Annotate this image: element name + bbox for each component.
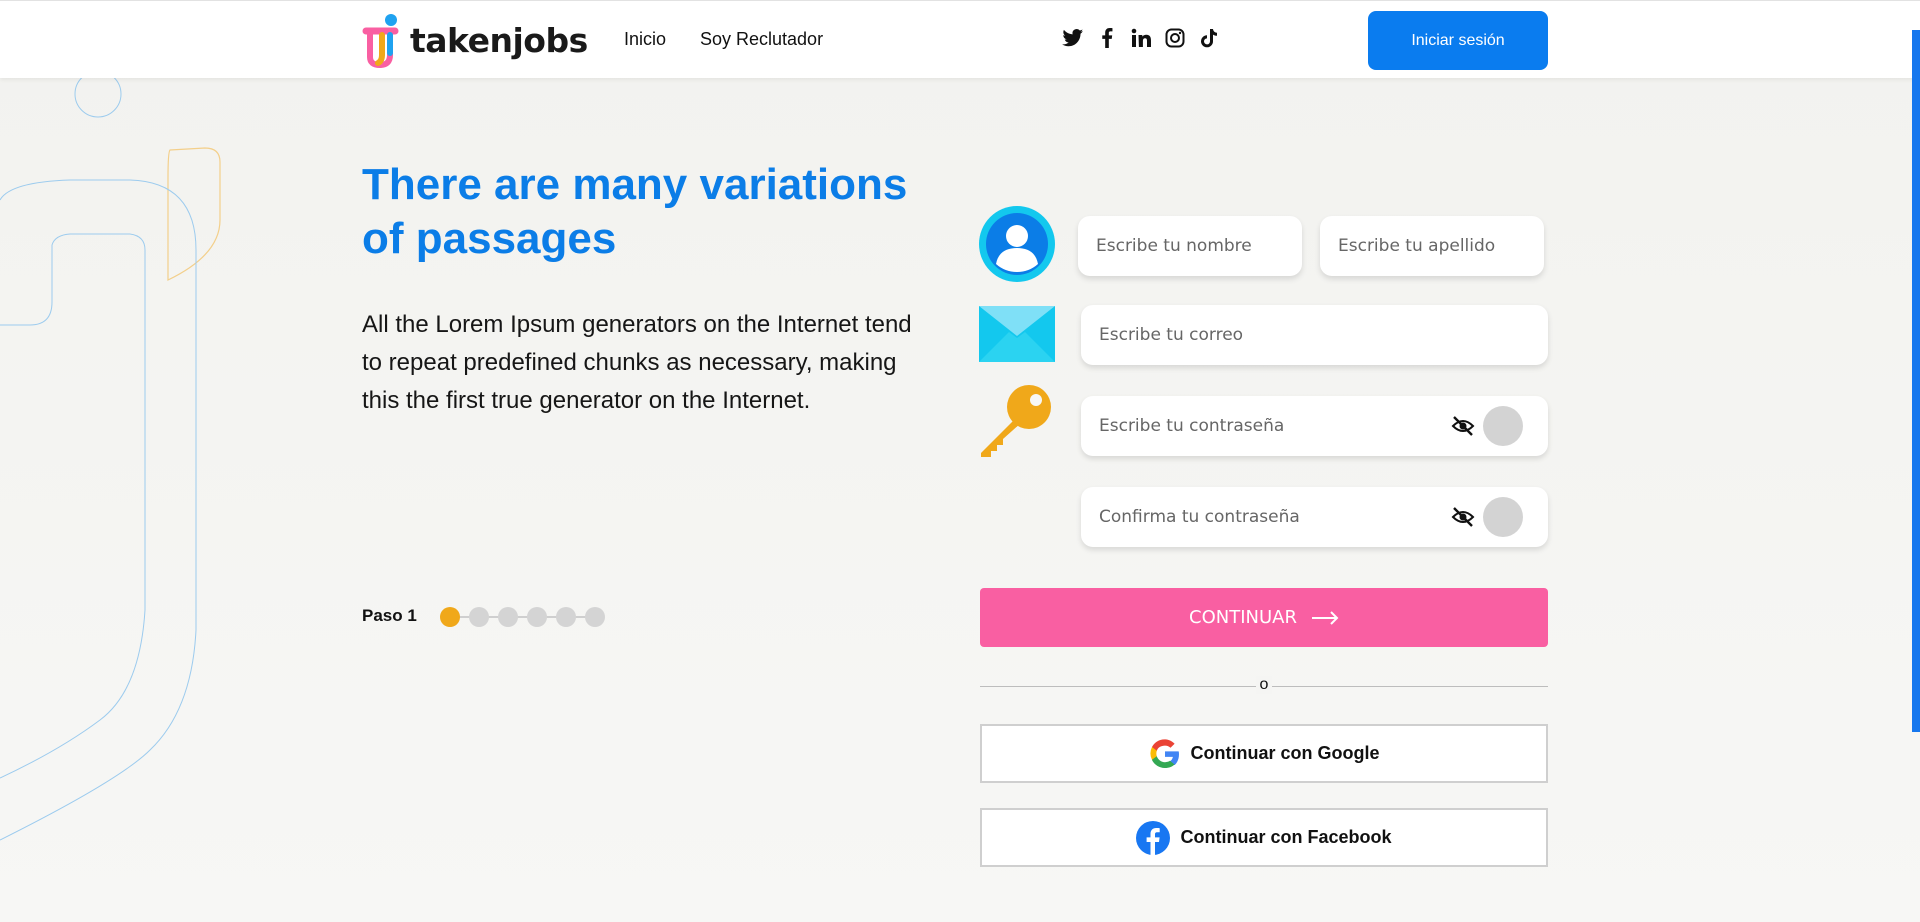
hero-title: There are many variations of passages bbox=[362, 160, 908, 263]
step-label: Paso 1 bbox=[362, 606, 417, 625]
continue-label: CONTINUAR bbox=[1189, 607, 1297, 628]
top-navbar: takenjobs Inicio Soy Reclutador Iniciar … bbox=[0, 0, 1920, 78]
step-dot bbox=[585, 607, 605, 627]
step-dot bbox=[556, 607, 576, 627]
step-dot bbox=[440, 607, 460, 627]
eye-off-icon[interactable] bbox=[1449, 412, 1477, 440]
step-dot bbox=[527, 607, 547, 627]
linkedin-icon[interactable] bbox=[1130, 27, 1152, 49]
facebook-button-label: Continuar con Facebook bbox=[1180, 827, 1392, 847]
step-dot bbox=[469, 607, 489, 627]
tiktok-icon[interactable] bbox=[1198, 27, 1220, 49]
arrow-right-icon bbox=[1311, 610, 1339, 625]
or-separator: o bbox=[1256, 676, 1272, 694]
login-button[interactable]: Iniciar sesión bbox=[1368, 11, 1548, 70]
google-icon bbox=[1149, 738, 1179, 768]
confirm-password-visibility-toggle[interactable] bbox=[1483, 497, 1523, 537]
twitter-icon[interactable] bbox=[1062, 27, 1084, 49]
last-name-input[interactable] bbox=[1320, 216, 1544, 276]
step-dot bbox=[498, 607, 518, 627]
logo-text: takenjobs bbox=[410, 20, 588, 60]
hero-description: All the Lorem Ipsum generators on the In… bbox=[362, 311, 912, 414]
nav-soy-reclutador[interactable]: Soy Reclutador bbox=[700, 29, 823, 50]
instagram-icon[interactable] bbox=[1164, 27, 1186, 49]
takenjobs-logo[interactable]: takenjobs bbox=[362, 11, 588, 69]
facebook-icon[interactable] bbox=[1096, 27, 1118, 49]
user-avatar-icon bbox=[979, 206, 1055, 287]
facebook-logo-icon bbox=[1136, 820, 1171, 855]
key-icon bbox=[979, 381, 1055, 462]
step-progress bbox=[440, 606, 610, 628]
scrollbar[interactable] bbox=[1912, 30, 1920, 732]
logo-mark-icon bbox=[362, 14, 399, 69]
mail-icon bbox=[979, 306, 1055, 367]
eye-off-icon[interactable] bbox=[1449, 503, 1477, 531]
email-input[interactable] bbox=[1081, 305, 1548, 365]
google-login-button[interactable]: Continuar con Google bbox=[980, 724, 1548, 783]
google-button-label: Continuar con Google bbox=[1190, 743, 1380, 763]
password-input[interactable] bbox=[1081, 396, 1548, 456]
first-name-input[interactable] bbox=[1078, 216, 1302, 276]
continue-button[interactable]: CONTINUAR bbox=[980, 588, 1548, 647]
social-links bbox=[1062, 27, 1220, 49]
background-decoration bbox=[0, 70, 221, 841]
confirm-password-input[interactable] bbox=[1081, 487, 1548, 547]
password-visibility-toggle[interactable] bbox=[1483, 406, 1523, 446]
facebook-login-button[interactable]: Continuar con Facebook bbox=[980, 808, 1548, 867]
nav-inicio[interactable]: Inicio bbox=[624, 29, 666, 50]
